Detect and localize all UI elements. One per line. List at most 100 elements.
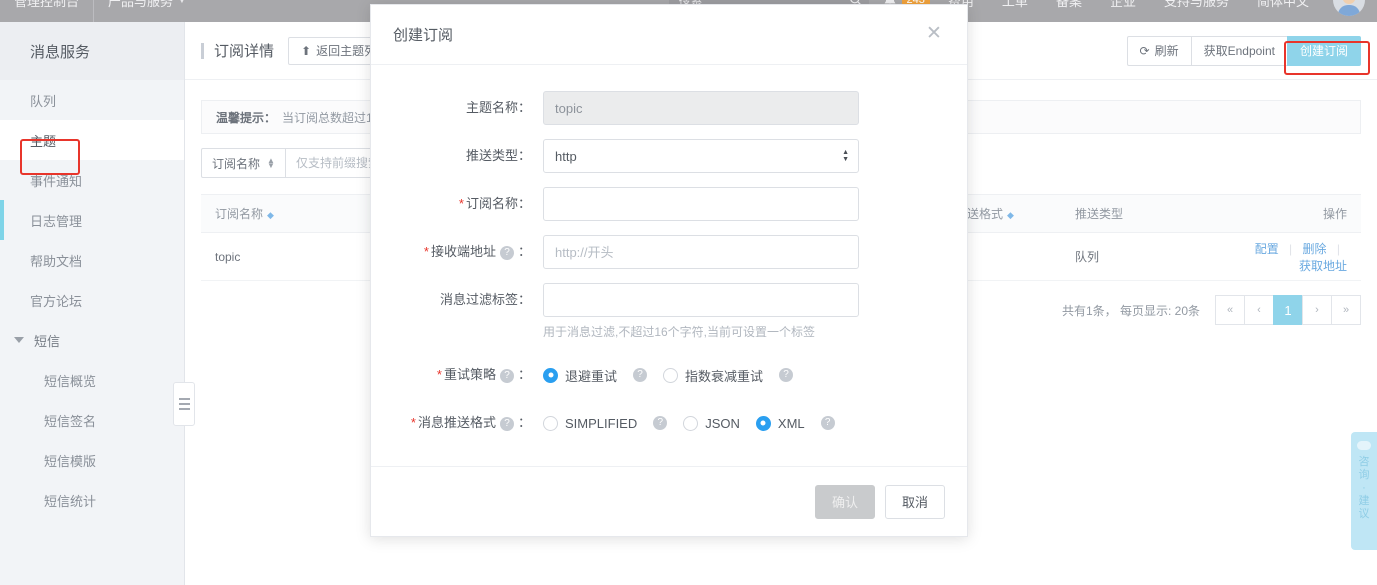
push-format-colon: ： [518, 415, 531, 430]
tip-label: 温馨提示： [216, 109, 276, 126]
filter-tag-input[interactable] [543, 283, 859, 317]
field-subscription-name: *订阅名称： [371, 187, 967, 221]
get-endpoint-button[interactable]: 获取Endpoint [1191, 36, 1288, 66]
get-address-link[interactable]: 获取地址 [1299, 259, 1347, 273]
topbar-item-2[interactable]: 备案 [1042, 0, 1096, 22]
dialog-body: 主题名称： 推送类型： http ▲▼ *订 [371, 65, 967, 466]
question-mark-icon[interactable]: ? [500, 246, 514, 260]
cell-actions: 配置 | 删除 | 获取地址 [1231, 233, 1361, 281]
field-endpoint: *接收端地址?： [371, 235, 967, 269]
delete-link[interactable]: 删除 [1303, 242, 1327, 256]
sidebar-item-sms-template[interactable]: 短信模版 [0, 440, 184, 480]
console-home-link[interactable]: 管理控制台 [0, 0, 93, 22]
cancel-button[interactable]: 取消 [885, 485, 945, 519]
sidebar-item-topic[interactable]: 主题 [0, 120, 184, 160]
push-format-option-xml[interactable]: XML [756, 416, 805, 431]
dialog-footer: 确认 取消 [371, 466, 967, 536]
push-format-radio-group: SIMPLIFIED ? JSON XML ? [543, 406, 927, 440]
topbar-item-5[interactable]: 简体中文 [1243, 0, 1323, 22]
page-number-1[interactable]: 1 [1273, 295, 1303, 325]
products-menu-label: 产品与服务 [108, 0, 173, 10]
create-subscription-dialog: 创建订阅 ✕ 主题名称： 推送类型： http ▲▼ [370, 4, 968, 537]
consult-feedback-tab[interactable]: 咨询·建议 [1351, 432, 1377, 550]
chat-bubble-icon [1357, 441, 1371, 450]
required-marker: * [424, 244, 429, 259]
page-title-bar [201, 43, 204, 59]
column-subscription-name[interactable]: 订阅名称◆ [201, 195, 396, 233]
page-header-actions: ⟳ 刷新 获取Endpoint 创建订阅 [1128, 36, 1361, 66]
sidebar-item-sms-signature[interactable]: 短信签名 [0, 400, 184, 440]
column-subscription-name-label: 订阅名称 [215, 207, 263, 221]
retry-policy-option-backoff-label: 退避重试 [565, 366, 617, 385]
required-marker: * [459, 196, 464, 211]
avatar[interactable] [1333, 0, 1365, 16]
sidebar-item-help-docs[interactable]: 帮助文档 [0, 240, 184, 280]
configure-link[interactable]: 配置 [1255, 242, 1279, 256]
endpoint-input[interactable] [543, 235, 859, 269]
chevron-down-icon: ▼ [178, 0, 186, 5]
retry-policy-radio-group: 退避重试 ? 指数衰减重试 ? [543, 358, 927, 392]
filter-field-select[interactable]: 订阅名称 ▲▼ [201, 148, 286, 178]
column-actions: 操作 [1231, 195, 1361, 233]
endpoint-label-text: 接收端地址 [431, 244, 496, 259]
sidebar-group-sms-label: 短信 [34, 331, 60, 350]
action-divider: | [1289, 242, 1292, 256]
collapse-sidebar-icon[interactable] [173, 382, 195, 426]
topbar-item-4[interactable]: 支持与服务 [1150, 0, 1243, 22]
sidebar-item-queue[interactable]: 队列 [0, 80, 184, 120]
collapse-sidebar-glyph [179, 397, 190, 412]
spinner-updown-icon: ▲▼ [267, 158, 275, 168]
subscription-name-label-text: 订阅名称： [466, 196, 531, 211]
sidebar-item-sms-overview[interactable]: 短信概览 [0, 360, 184, 400]
subscription-name-input[interactable] [543, 187, 859, 221]
pagination-buttons: « ‹ 1 › » [1216, 295, 1361, 325]
endpoint-label: *接收端地址?： [371, 235, 543, 269]
dialog-title: 创建订阅 [393, 24, 453, 45]
confirm-button[interactable]: 确认 [815, 485, 875, 519]
topbar-item-1[interactable]: 工单 [988, 0, 1042, 22]
consult-tab-label: 咨询·建议 [1358, 456, 1371, 521]
topic-name-label: 主题名称： [371, 91, 543, 125]
question-mark-icon[interactable]: ? [653, 416, 667, 430]
required-marker: * [411, 415, 416, 430]
topic-name-control [543, 91, 967, 125]
sidebar-item-event-notification[interactable]: 事件通知 [0, 160, 184, 200]
products-menu[interactable]: 产品与服务 ▼ [93, 0, 200, 22]
retry-policy-option-backoff[interactable]: 退避重试 [543, 366, 617, 385]
action-divider: | [1337, 242, 1340, 256]
field-topic-name: 主题名称： [371, 91, 967, 125]
create-subscription-button[interactable]: 创建订阅 [1287, 36, 1361, 66]
topbar-item-3[interactable]: 企业 [1096, 0, 1150, 22]
push-type-select[interactable]: http [543, 139, 859, 173]
push-format-option-simplified[interactable]: SIMPLIFIED [543, 416, 637, 431]
push-type-label: 推送类型： [371, 139, 543, 173]
topic-name-input [543, 91, 859, 125]
retry-policy-option-exponential[interactable]: 指数衰减重试 [663, 366, 763, 385]
question-mark-icon[interactable]: ? [500, 369, 514, 383]
refresh-button[interactable]: ⟳ 刷新 [1127, 36, 1192, 66]
push-format-label: *消息推送格式?： [371, 406, 543, 440]
sidebar-item-log-management[interactable]: 日志管理 [0, 200, 184, 240]
sidebar-item-sms-stats[interactable]: 短信统计 [0, 480, 184, 520]
question-mark-icon[interactable]: ? [500, 417, 514, 431]
push-format-option-json[interactable]: JSON [683, 416, 740, 431]
filter-field-select-value: 订阅名称 [212, 155, 260, 172]
push-format-control: SIMPLIFIED ? JSON XML ? [543, 406, 967, 440]
cell-subscription-name: topic [201, 233, 396, 281]
page-prev-button[interactable]: ‹ [1244, 295, 1274, 325]
field-push-type: 推送类型： http ▲▼ [371, 139, 967, 173]
page-last-button[interactable]: » [1331, 295, 1361, 325]
subscription-name-label: *订阅名称： [371, 187, 543, 221]
field-filter-tag: 消息过滤标签： 用于消息过滤,不超过16个字符,当前可设置一个标签 [371, 283, 967, 340]
page-first-button[interactable]: « [1215, 295, 1245, 325]
question-mark-icon[interactable]: ? [779, 368, 793, 382]
required-marker: * [437, 367, 442, 382]
question-mark-icon[interactable]: ? [633, 368, 647, 382]
sidebar-group-sms[interactable]: 短信 [0, 320, 184, 360]
page-next-button[interactable]: › [1302, 295, 1332, 325]
sidebar-item-official-forum[interactable]: 官方论坛 [0, 280, 184, 320]
question-mark-icon[interactable]: ? [821, 416, 835, 430]
close-icon[interactable]: ✕ [923, 24, 945, 46]
radio-dot [543, 368, 558, 383]
chevron-down-icon [14, 337, 24, 343]
